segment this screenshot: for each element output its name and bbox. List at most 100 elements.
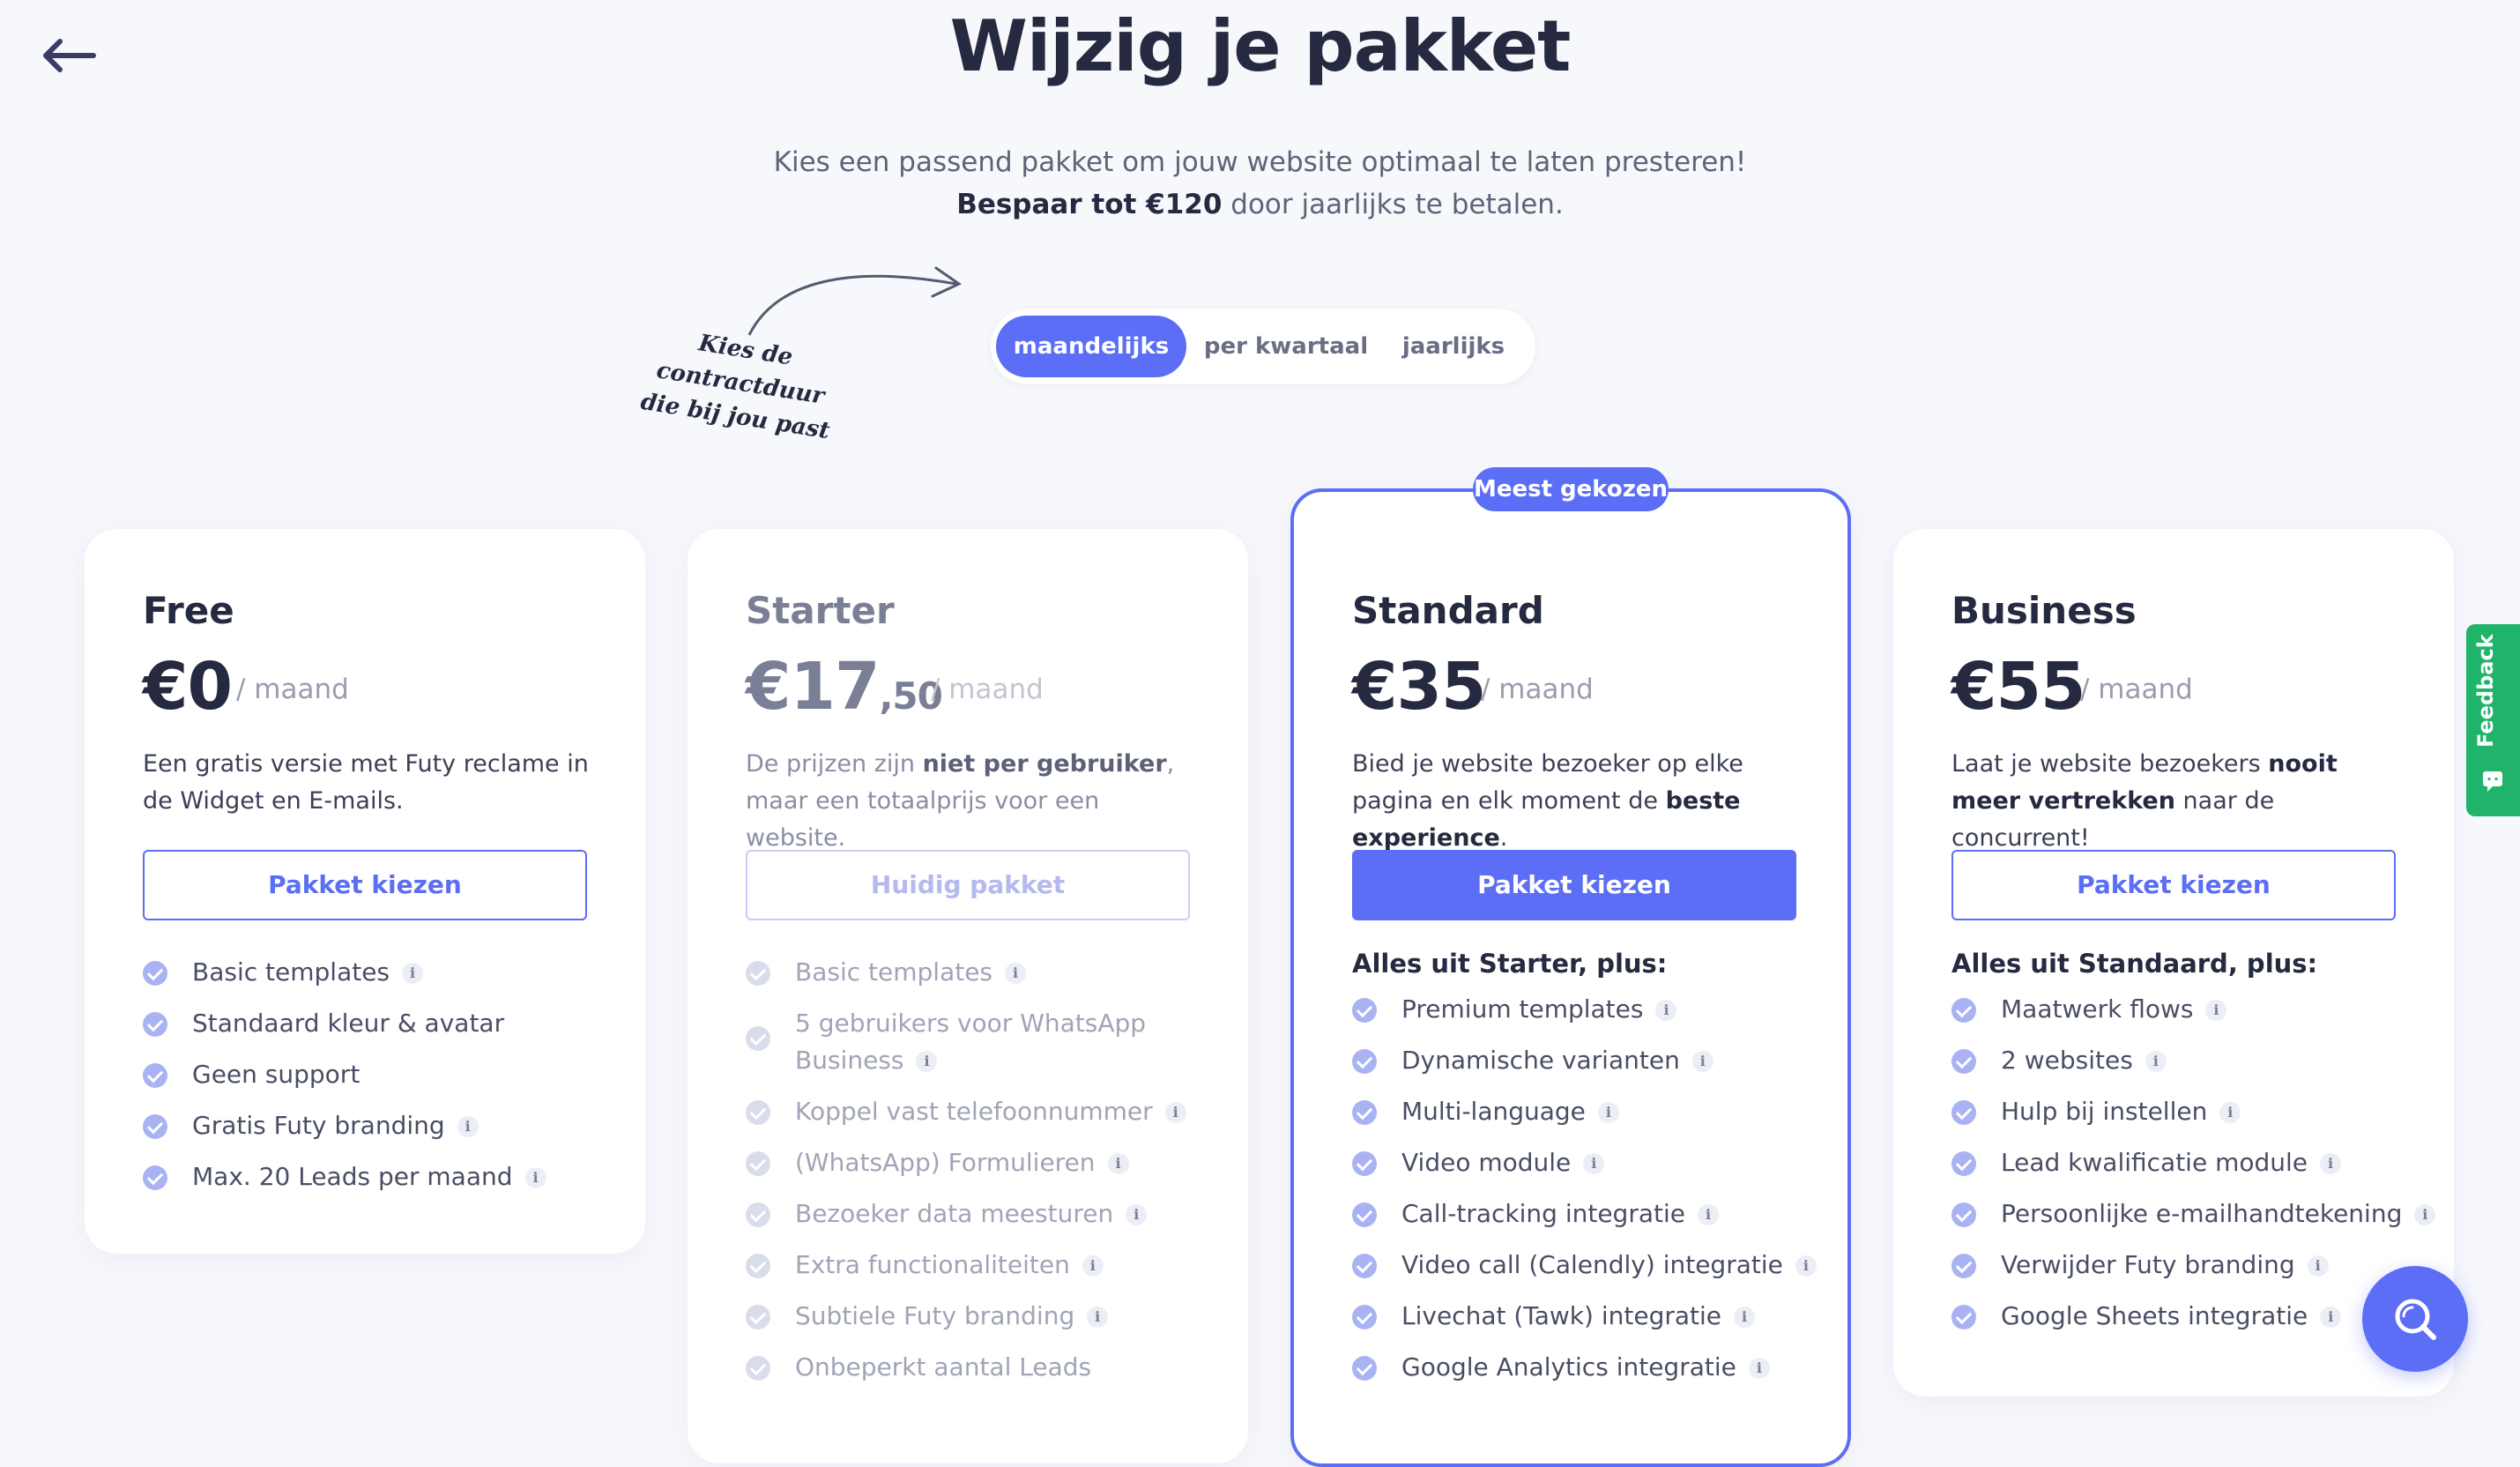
feature-item: Basic templates i — [143, 954, 546, 991]
chat-icon — [2483, 771, 2502, 792]
plan-description: Bied je website bezoeker op elke pagina … — [1352, 746, 1810, 857]
plan-description: Een gratis versie met Futy reclame in de… — [143, 750, 589, 815]
info-icon[interactable]: i — [1164, 1102, 1186, 1123]
feature-label: Video call (Calendly) integratie — [1401, 1250, 1783, 1279]
info-icon[interactable]: i — [1691, 1051, 1713, 1072]
current-plan-button: Huidig pakket — [746, 850, 1190, 920]
feature-label: Persoonlijke e-mailhandtekening — [2001, 1199, 2403, 1228]
feature-item: Max. 20 Leads per maand i — [143, 1158, 546, 1195]
feature-label: Premium templates — [1401, 994, 1644, 1024]
choose-plan-button[interactable]: Pakket kiezen — [143, 850, 587, 920]
subtitle-savings: Bespaar tot €120 — [956, 189, 1223, 220]
feature-label: Geen support — [192, 1060, 361, 1089]
feature-label: 2 websites — [2001, 1046, 2133, 1075]
info-icon[interactable]: i — [916, 1051, 938, 1072]
plan-name: Free — [143, 589, 234, 632]
check-circle-icon — [1352, 998, 1377, 1023]
feature-item: Geen support — [143, 1056, 546, 1093]
feature-label: Dynamische varianten — [1401, 1046, 1680, 1075]
plan-description: De prijzen zijn niet per gebruiker, maar… — [746, 746, 1204, 857]
desc-bold: niet per gebruiker — [922, 750, 1167, 778]
plan-includes-label: Alles uit Standaard, plus: — [1951, 949, 2318, 979]
feature-label: Livechat (Tawk) integratie — [1401, 1301, 1722, 1330]
feature-item: Gratis Futy branding i — [143, 1107, 546, 1144]
info-icon[interactable]: i — [2320, 1153, 2342, 1174]
plan-price-period: / maand — [236, 674, 349, 705]
plan-price-period: / maand — [2080, 674, 2193, 705]
info-icon[interactable]: i — [2205, 1000, 2227, 1021]
desc-part: . — [1499, 824, 1508, 852]
plan-price: €17,50 — [746, 649, 943, 725]
feature-item: Livechat (Tawk) integratie i — [1352, 1298, 1817, 1335]
check-circle-icon — [746, 1305, 770, 1329]
feature-item: 2 websites i — [1951, 1042, 2435, 1079]
check-circle-icon — [1352, 1356, 1377, 1381]
info-icon[interactable]: i — [1748, 1358, 1770, 1379]
page-subtitle: Kies een passend pakket om jouw website … — [0, 141, 2520, 226]
info-icon[interactable]: i — [1734, 1307, 1756, 1328]
feature-item: Subtiele Futy branding i — [746, 1298, 1204, 1335]
feature-item: Standaard kleur & avatar — [143, 1005, 546, 1042]
feature-list: Maatwerk flows i 2 websites i Hulp bij ins… — [1951, 991, 2436, 1335]
info-icon[interactable]: i — [2320, 1307, 2342, 1328]
info-icon[interactable]: i — [457, 1116, 479, 1137]
plan-price-period: / maand — [931, 674, 1044, 705]
billing-option-yearly[interactable]: jaarlijks — [1387, 316, 1520, 377]
feature-item: Premium templates i — [1352, 991, 1817, 1028]
info-icon[interactable]: i — [2414, 1204, 2436, 1225]
info-icon[interactable]: i — [1583, 1153, 1605, 1174]
check-circle-icon — [1352, 1151, 1377, 1176]
info-icon[interactable]: i — [1795, 1255, 1817, 1277]
check-circle-icon — [1951, 1049, 1976, 1074]
info-icon[interactable]: i — [2145, 1051, 2167, 1072]
feature-item: Multi-language i — [1352, 1093, 1817, 1130]
info-icon[interactable]: i — [2307, 1255, 2329, 1277]
feature-label: Verwijder Futy branding — [2001, 1250, 2295, 1279]
feature-label: Call-tracking integratie — [1401, 1199, 1685, 1228]
feature-item: (WhatsApp) Formulieren i — [746, 1144, 1204, 1181]
feature-label: Video module — [1401, 1148, 1572, 1177]
feature-label: Subtiele Futy branding — [795, 1301, 1075, 1330]
info-icon[interactable]: i — [402, 963, 424, 984]
info-icon[interactable]: i — [1087, 1307, 1109, 1328]
feedback-tab[interactable]: Feedback — [2466, 624, 2520, 816]
feature-label: Bezoeker data meesturen — [795, 1199, 1114, 1228]
feature-label: Google Analytics integratie — [1401, 1352, 1736, 1381]
info-icon[interactable]: i — [524, 1167, 546, 1188]
feature-item: Video call (Calendly) integratie i — [1352, 1247, 1817, 1284]
info-icon[interactable]: i — [1082, 1255, 1104, 1277]
check-circle-icon — [746, 1151, 770, 1176]
info-icon[interactable]: i — [1005, 963, 1027, 984]
feature-item: Google Analytics integratie i — [1352, 1349, 1817, 1386]
check-circle-icon — [746, 1026, 770, 1051]
plan-card-standard: Standard €35 / maand Bied je website bez… — [1290, 488, 1851, 1467]
feature-label: Koppel vast telefoonnummer — [795, 1097, 1153, 1126]
feature-item: Dynamische varianten i — [1352, 1042, 1817, 1079]
info-icon[interactable]: i — [2219, 1102, 2241, 1123]
choose-plan-button[interactable]: Pakket kiezen — [1951, 850, 2396, 920]
desc-part: Laat je website bezoekers — [1951, 750, 2269, 778]
feedback-label: Feedback — [2473, 634, 2498, 748]
feature-item: Basic templates i — [746, 954, 1204, 991]
billing-option-quarterly[interactable]: per kwartaal — [1193, 316, 1379, 377]
billing-option-monthly[interactable]: maandelijks — [996, 316, 1186, 377]
feature-label: Lead kwalificatie module — [2001, 1148, 2308, 1177]
feature-label: Max. 20 Leads per maand — [192, 1162, 513, 1191]
plan-price: €35 — [1352, 649, 1486, 725]
choose-plan-button[interactable]: Pakket kiezen — [1352, 850, 1796, 920]
info-icon[interactable]: i — [1107, 1153, 1129, 1174]
feature-item: Koppel vast telefoonnummer i — [746, 1093, 1204, 1130]
billing-period-toggle: maandelijks per kwartaal jaarlijks — [991, 309, 1535, 384]
feature-list: Premium templates i Dynamische varianten i… — [1352, 991, 1817, 1386]
search-button[interactable] — [2362, 1266, 2468, 1372]
plan-name: Starter — [746, 589, 895, 632]
info-icon[interactable]: i — [1597, 1102, 1619, 1123]
feature-label: Standaard kleur & avatar — [192, 1009, 505, 1038]
info-icon[interactable]: i — [1126, 1204, 1148, 1225]
desc-part: De prijzen zijn — [746, 750, 923, 778]
check-circle-icon — [143, 1165, 167, 1190]
info-icon[interactable]: i — [1655, 1000, 1677, 1021]
info-icon[interactable]: i — [1698, 1204, 1719, 1225]
plan-price-period: / maand — [1481, 674, 1594, 705]
check-circle-icon — [746, 1254, 770, 1278]
